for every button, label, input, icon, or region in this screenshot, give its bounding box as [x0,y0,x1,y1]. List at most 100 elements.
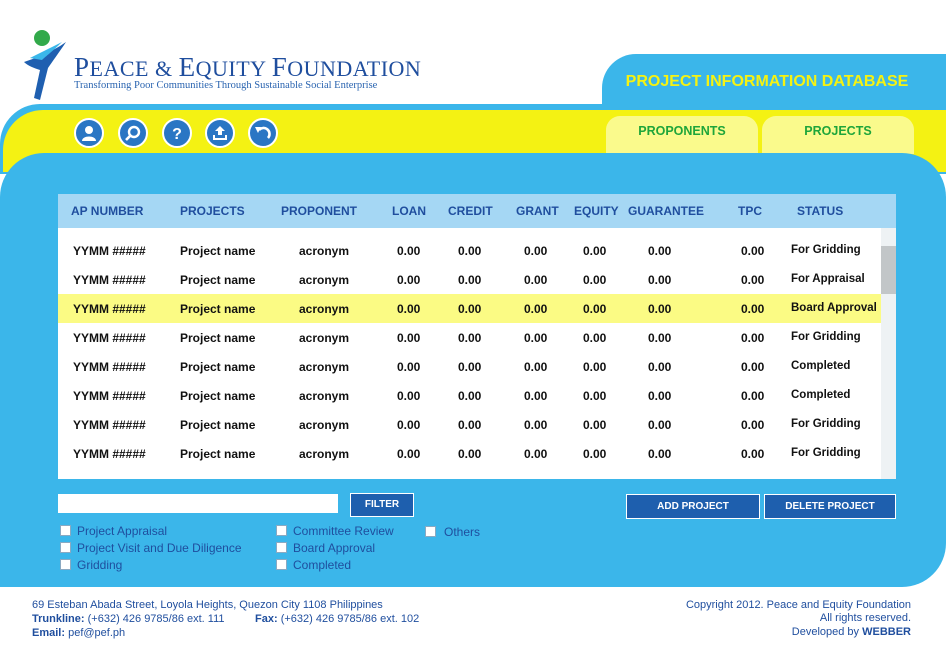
table-row[interactable]: YYMM ##### Project name acronym 0.00 0.00 0.0… [58,381,881,410]
table-row[interactable]: YYMM ##### Project name acronym 0.00 0.00 0.0… [58,410,881,439]
table-row[interactable]: YYMM ##### Project name acronym 0.00 0.00 0.0… [58,294,881,323]
column-header-grant[interactable]: GRANT [516,204,559,218]
cell-status: Completed [791,389,851,401]
cell-status: For Gridding [791,244,861,256]
column-header-loan[interactable]: LOAN [392,204,426,218]
cell-status: For Gridding [791,331,861,343]
cell-project: Project name [180,244,256,258]
checkbox-label-committee-review: Committee Review [293,524,394,538]
help-icon[interactable]: ? [162,118,192,148]
cell-loan: 0.00 [397,389,421,403]
cell-equity: 0.00 [583,360,607,374]
cell-guarantee: 0.00 [648,273,672,287]
column-header-credit[interactable]: CREDIT [448,204,493,218]
cell-loan: 0.00 [397,331,421,345]
cell-ap: YYMM ##### [73,389,146,403]
upload-icon[interactable] [205,118,235,148]
cell-proponent: acronym [299,244,350,258]
tab-proponents[interactable]: PROPONENTS [606,116,758,154]
footer-rights: All rights reserved. [819,612,911,624]
cell-status: Board Approval [791,302,877,314]
cell-tpc: 0.00 [741,273,765,287]
cell-proponent: acronym [299,447,350,461]
cell-equity: 0.00 [583,447,607,461]
cell-guarantee: 0.00 [648,302,672,316]
cell-loan: 0.00 [397,302,421,316]
cell-status: For Gridding [791,418,861,430]
footer-email: Email: pef@pef.ph [32,627,126,639]
table-row[interactable]: YYMM ##### Project name acronym 0.00 0.00 0.0… [58,265,881,294]
column-header-ap-number[interactable]: AP NUMBER [71,204,143,218]
cell-guarantee: 0.00 [648,331,672,345]
cell-project: Project name [180,331,256,345]
cell-ap: YYMM ##### [73,447,146,461]
checkbox-project-visit[interactable] [60,542,71,553]
cell-credit: 0.00 [458,360,482,374]
checkbox-board-approval[interactable] [276,542,287,553]
checkbox-gridding[interactable] [60,559,71,570]
checkbox-completed[interactable] [276,559,287,570]
cell-guarantee: 0.00 [648,447,672,461]
cell-tpc: 0.00 [741,360,765,374]
cell-project: Project name [180,360,256,374]
table-scrollbar-thumb[interactable] [881,246,896,294]
cell-tpc: 0.00 [741,418,765,432]
svg-text:?: ? [172,126,182,143]
cell-credit: 0.00 [458,447,482,461]
cell-grant: 0.00 [524,302,548,316]
footer-address: 69 Esteban Abada Street, Loyola Heights,… [32,599,383,611]
cell-guarantee: 0.00 [648,418,672,432]
brand-tagline: Transforming Poor Communities Through Su… [74,80,378,91]
checkbox-committee-review[interactable] [276,525,287,536]
checkbox-label-gridding: Gridding [77,558,123,572]
table-row[interactable]: YYMM ##### Project name acronym 0.00 0.00 0.0… [58,236,881,265]
tab-projects-label: PROJECTS [804,124,872,138]
checkbox-others[interactable] [425,526,436,537]
cell-ap: YYMM ##### [73,360,146,374]
cell-tpc: 0.00 [741,389,765,403]
table-row[interactable]: YYMM ##### Project name acronym 0.00 0.00 0.0… [58,439,881,468]
column-header-status[interactable]: STATUS [797,204,843,218]
checkbox-project-appraisal[interactable] [60,525,71,536]
cell-ap: YYMM ##### [73,331,146,345]
cell-project: Project name [180,447,256,461]
search-icon[interactable] [118,118,148,148]
cell-status: Completed [791,360,851,372]
cell-ap: YYMM ##### [73,273,146,287]
cell-tpc: 0.00 [741,244,765,258]
column-header-projects[interactable]: PROJECTS [180,204,245,218]
tab-projects[interactable]: PROJECTS [762,116,914,154]
cell-loan: 0.00 [397,447,421,461]
cell-guarantee: 0.00 [648,244,672,258]
cell-loan: 0.00 [397,244,421,258]
cell-ap: YYMM ##### [73,418,146,432]
cell-credit: 0.00 [458,244,482,258]
table-row[interactable]: YYMM ##### Project name acronym 0.00 0.00 0.0… [58,323,881,352]
cell-proponent: acronym [299,273,350,287]
column-header-equity[interactable]: EQUITY [574,204,619,218]
add-project-button[interactable]: ADD PROJECT [626,494,760,519]
cell-credit: 0.00 [458,389,482,403]
cell-credit: 0.00 [458,273,482,287]
cell-equity: 0.00 [583,273,607,287]
cell-project: Project name [180,418,256,432]
cell-grant: 0.00 [524,360,548,374]
user-icon[interactable] [74,118,104,148]
cell-project: Project name [180,273,256,287]
back-icon[interactable] [248,118,278,148]
filter-button[interactable]: FILTER [350,493,414,517]
cell-proponent: acronym [299,389,350,403]
checkbox-label-others: Others [444,525,481,539]
cell-credit: 0.00 [458,302,482,316]
footer-developed-by: Developed by WEBBER [791,626,911,638]
filter-input[interactable] [58,494,338,513]
checkbox-label-project-visit: Project Visit and Due Diligence [77,541,242,555]
column-header-proponent[interactable]: PROPONENT [281,204,357,218]
delete-project-button[interactable]: DELETE PROJECT [764,494,896,519]
cell-grant: 0.00 [524,389,548,403]
column-header-tpc[interactable]: TPC [738,204,762,218]
table-row[interactable]: YYMM ##### Project name acronym 0.00 0.00 0.0… [58,352,881,381]
column-header-guarantee[interactable]: GUARANTEE [628,204,704,218]
cell-grant: 0.00 [524,447,548,461]
cell-guarantee: 0.00 [648,389,672,403]
